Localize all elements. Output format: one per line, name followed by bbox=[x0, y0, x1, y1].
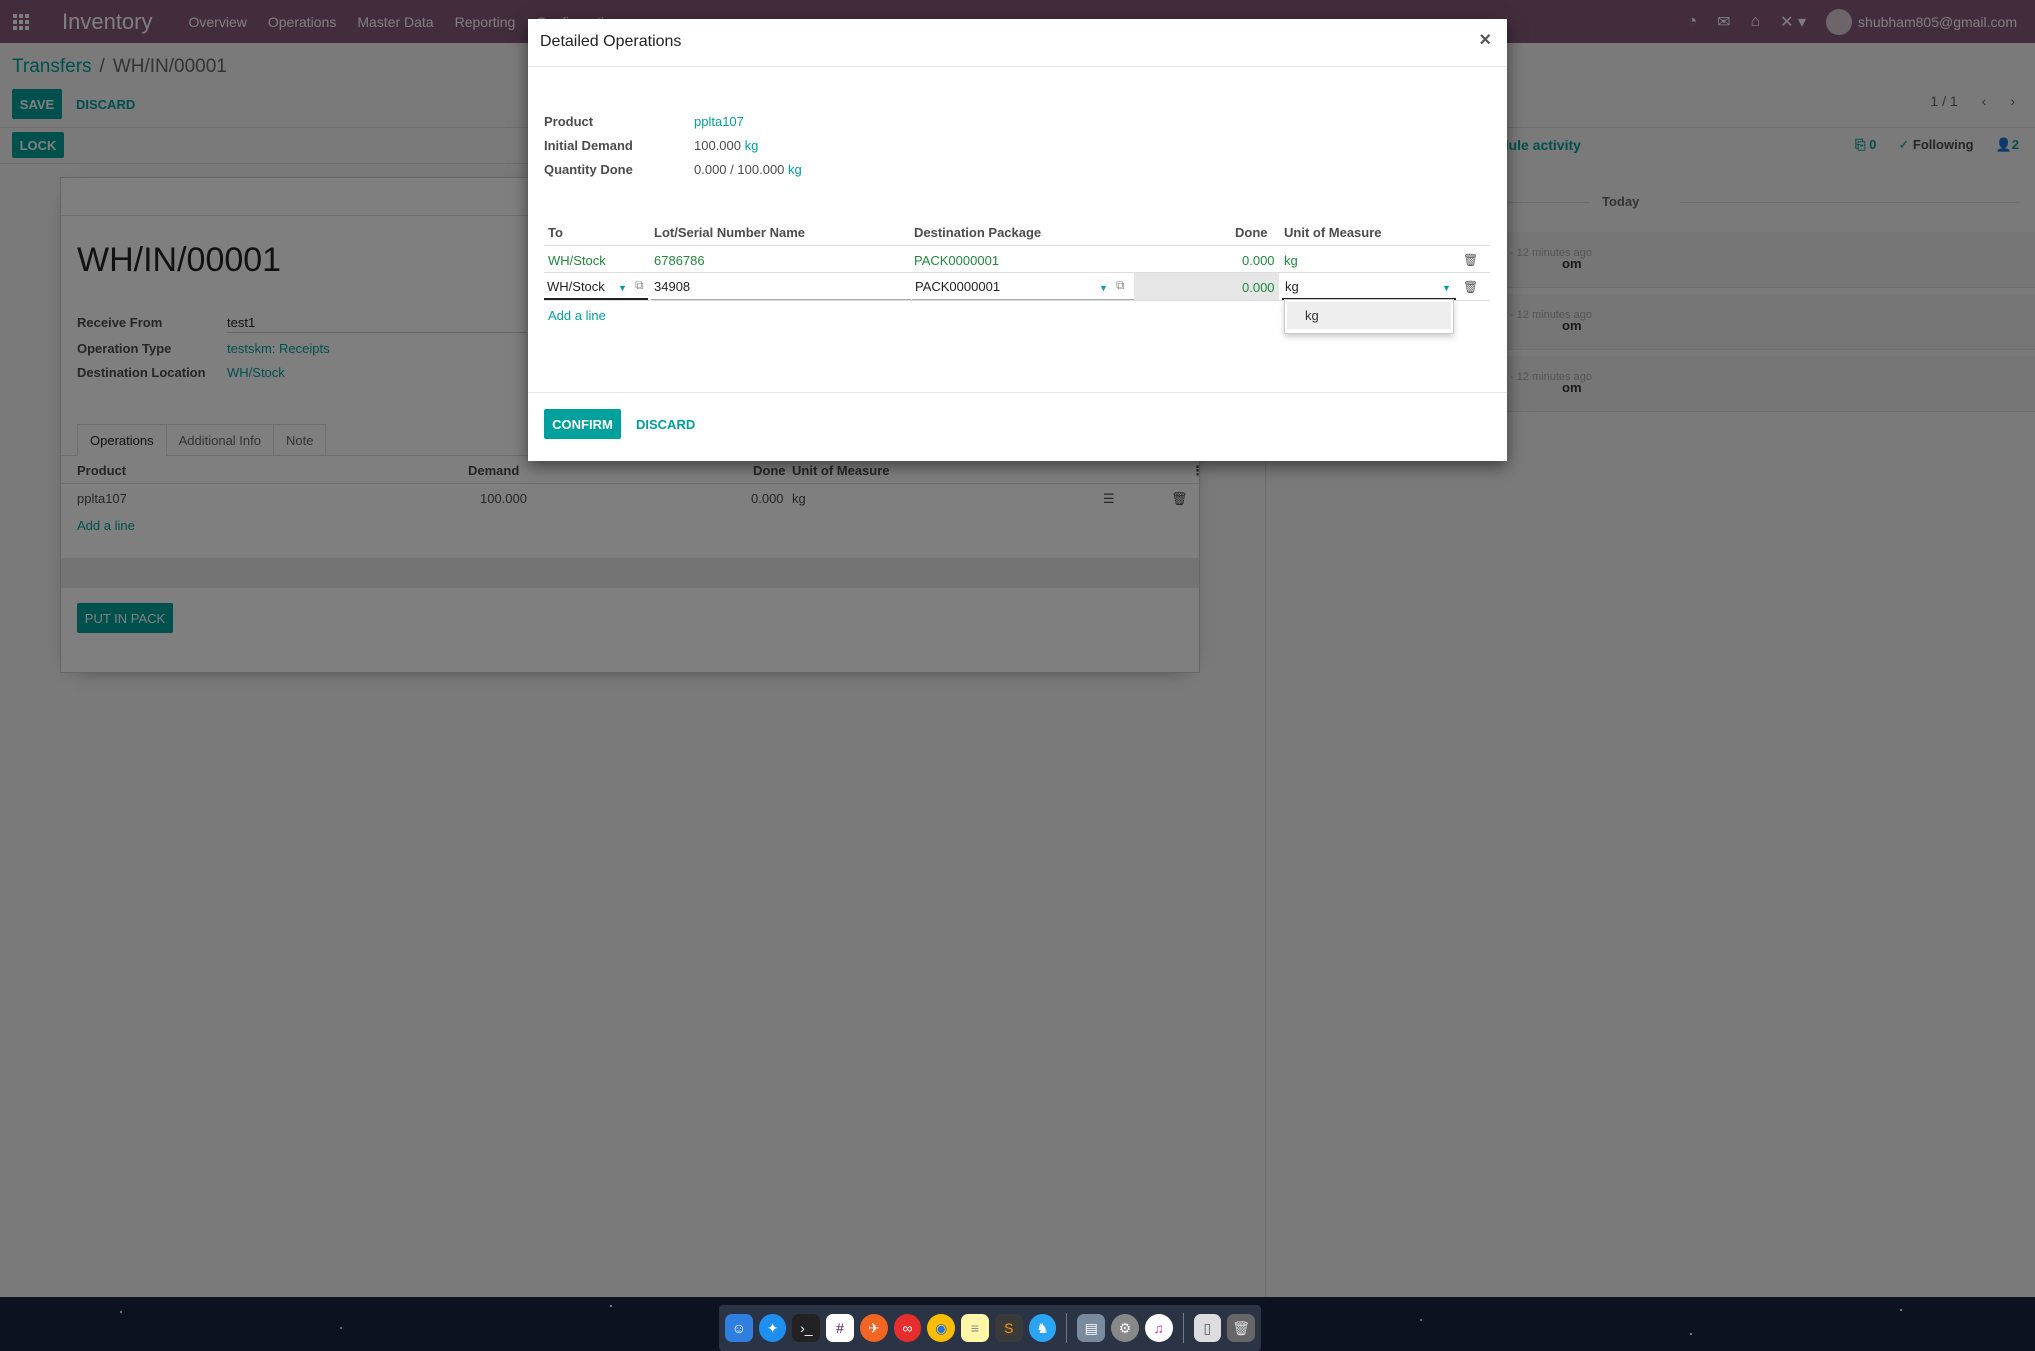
modal-title: Detailed Operations bbox=[540, 33, 682, 50]
grid-header-divider bbox=[544, 245, 1490, 246]
quantity-done-qty: 0.000 bbox=[694, 162, 727, 177]
detailed-operations-dialog: Detailed Operations × Product pplta107 I… bbox=[528, 19, 1507, 461]
add-line-link[interactable]: Add a line bbox=[548, 308, 606, 323]
quantity-done-value: 0.000 / 100.000 kg bbox=[694, 162, 802, 177]
initial-demand-value: 100.000 kg bbox=[694, 138, 758, 153]
documents-folder-icon[interactable]: ▯ bbox=[1193, 1314, 1222, 1342]
modal-header: Detailed Operations × bbox=[528, 19, 1507, 67]
caret-down-icon[interactable]: ▼ bbox=[1442, 283, 1451, 293]
close-icon[interactable]: × bbox=[1479, 29, 1491, 52]
column-to[interactable]: To bbox=[548, 225, 563, 240]
confirm-button[interactable]: CONFIRM bbox=[544, 409, 621, 439]
tableplus-icon[interactable]: ♞ bbox=[1028, 1314, 1057, 1342]
terminal-icon[interactable]: ›_ bbox=[792, 1314, 821, 1342]
initial-demand-qty: 100.000 bbox=[694, 138, 741, 153]
row1-uom[interactable]: kg bbox=[1284, 253, 1298, 268]
finder-icon[interactable]: ☺ bbox=[725, 1314, 753, 1342]
caret-down-icon[interactable]: ▼ bbox=[618, 283, 627, 293]
row1-to[interactable]: WH/Stock bbox=[548, 253, 606, 268]
product-label: Product bbox=[544, 114, 594, 129]
column-done[interactable]: Done bbox=[1235, 225, 1268, 240]
quantity-uom[interactable]: kg bbox=[788, 162, 802, 177]
postman-icon[interactable]: ✈ bbox=[859, 1314, 888, 1342]
dock-separator bbox=[1182, 1313, 1184, 1343]
row2-to-input[interactable]: WH/Stock bbox=[544, 274, 648, 300]
row2-uom-input[interactable]: kg bbox=[1282, 274, 1456, 300]
initial-demand-label: Initial Demand bbox=[544, 138, 633, 153]
quantity-done-label: Quantity Done bbox=[544, 162, 633, 177]
slack-icon[interactable]: # bbox=[826, 1314, 854, 1342]
quantity-separator: / bbox=[730, 162, 734, 177]
notes-icon[interactable]: ≡ bbox=[961, 1314, 989, 1342]
itunes-icon[interactable]: ♫ bbox=[1144, 1314, 1173, 1342]
quantity-total: 100.000 bbox=[737, 162, 785, 177]
chrome-icon[interactable]: ◉ bbox=[927, 1314, 956, 1342]
safari-icon[interactable]: ✦ bbox=[758, 1314, 787, 1342]
initial-demand-uom[interactable]: kg bbox=[745, 138, 759, 153]
row-divider bbox=[544, 272, 1490, 273]
row2-done[interactable]: 0.000 bbox=[1242, 280, 1275, 295]
row1-package[interactable]: PACK0000001 bbox=[914, 253, 999, 268]
product-link[interactable]: pplta107 bbox=[694, 114, 744, 129]
trash-bin-icon[interactable]: 🗑 bbox=[1227, 1314, 1255, 1342]
uom-autocomplete-dropdown: kg bbox=[1284, 299, 1454, 334]
trash-icon[interactable]: 🗑 bbox=[1463, 253, 1478, 267]
external-link-icon[interactable]: ⧉ bbox=[635, 278, 644, 293]
row1-done[interactable]: 0.000 bbox=[1242, 253, 1275, 268]
preview-icon[interactable]: ▤ bbox=[1077, 1314, 1106, 1342]
column-lot-serial[interactable]: Lot/Serial Number Name bbox=[654, 225, 805, 240]
trash-icon[interactable]: 🗑 bbox=[1463, 280, 1478, 294]
column-unit-of-measure[interactable]: Unit of Measure bbox=[1284, 225, 1382, 240]
creative-cloud-icon[interactable]: ∞ bbox=[893, 1314, 922, 1342]
row2-lot-input[interactable]: 34908 bbox=[651, 274, 911, 300]
column-destination-package[interactable]: Destination Package bbox=[914, 225, 1041, 240]
external-link-icon[interactable]: ⧉ bbox=[1116, 278, 1125, 293]
product-value: pplta107 bbox=[694, 114, 744, 129]
system-preferences-icon[interactable]: ⚙ bbox=[1111, 1314, 1139, 1342]
row1-lot[interactable]: 6786786 bbox=[654, 253, 705, 268]
caret-down-icon[interactable]: ▼ bbox=[1099, 283, 1108, 293]
discard-button[interactable]: DISCARD bbox=[636, 409, 695, 439]
macos-dock: ☺ ✦ ›_ # ✈ ∞ ◉ ≡ S ♞ ▤ ⚙ ♫ ▯ 🗑 bbox=[719, 1305, 1261, 1351]
sublime-text-icon[interactable]: S bbox=[994, 1314, 1023, 1342]
dropdown-option-kg[interactable]: kg bbox=[1287, 302, 1451, 329]
dock-separator bbox=[1066, 1313, 1068, 1343]
modal-footer: CONFIRM DISCARD bbox=[528, 392, 1507, 461]
